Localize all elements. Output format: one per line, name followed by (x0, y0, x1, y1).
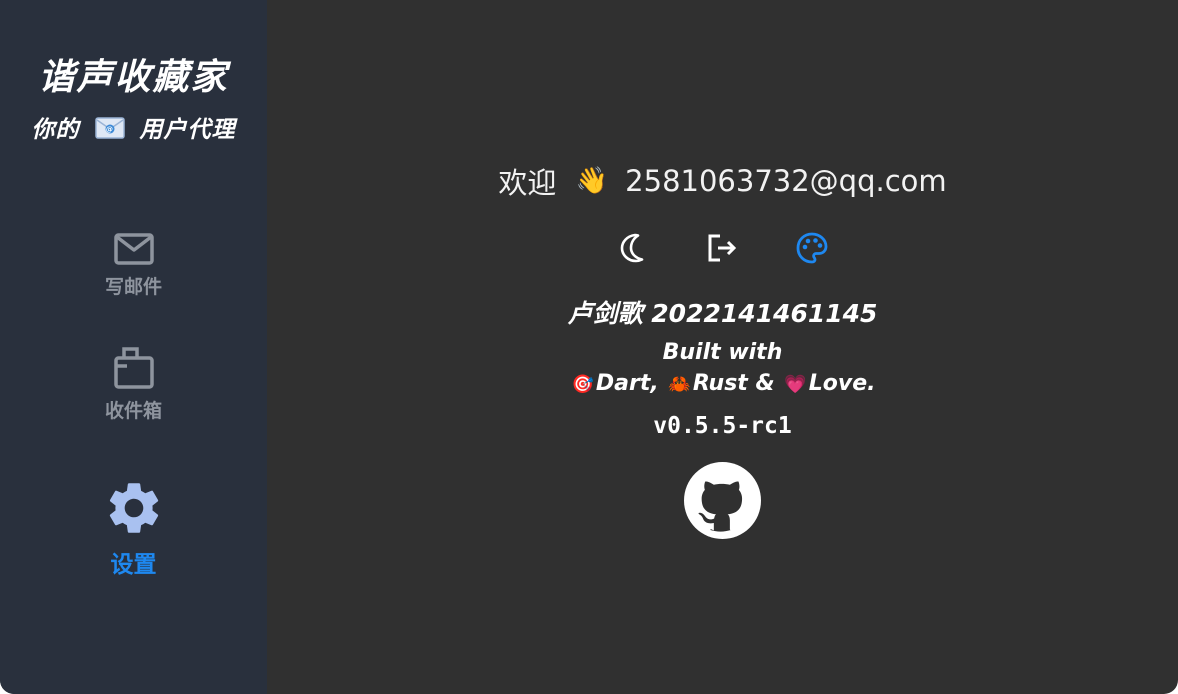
app-subtitle: 你的 @ 用户代理 (0, 110, 267, 144)
inbox-icon (113, 347, 154, 389)
built-with-rust: Rust & (692, 371, 775, 396)
sidebar-item-settings[interactable]: 设置 (0, 477, 267, 579)
welcome-label: 欢迎 (498, 166, 557, 200)
welcome-line: 欢迎 👋 2581063732@qq.com (267, 160, 1178, 202)
sidebar: 谐声收藏家 你的 @ 用户代理 写邮件 收件箱 设置 (0, 0, 267, 694)
built-with-line: 🎯Dart, 🦀Rust & 💗Love. (267, 371, 1178, 396)
user-email: 2581063732@qq.com (625, 164, 947, 198)
app-window: 谐声收藏家 你的 @ 用户代理 写邮件 收件箱 设置 欢迎 👋 25810637… (0, 0, 1178, 694)
sidebar-item-label: 收件箱 (104, 400, 162, 422)
palette-icon (796, 232, 828, 264)
waving-hand-icon: 👋 (575, 166, 608, 196)
github-icon (684, 462, 761, 539)
dark-mode-button[interactable] (612, 228, 652, 268)
sidebar-item-label: 写邮件 (104, 276, 162, 298)
github-link[interactable] (684, 462, 761, 539)
built-with-label: Built with (662, 340, 783, 365)
settings-panel: 欢迎 👋 2581063732@qq.com 卢剑歌 2022141461145… (267, 0, 1178, 694)
gear-icon (109, 483, 158, 533)
subtitle-suffix: 用户代理 (139, 117, 236, 143)
svg-text:@: @ (106, 126, 114, 134)
app-title: 谐声收藏家 (38, 57, 229, 98)
moon-icon (620, 233, 644, 263)
logout-button[interactable] (702, 228, 742, 268)
envelope-icon: @ (94, 117, 125, 139)
action-bar (267, 228, 1178, 268)
crab-icon: 🦀 (668, 374, 691, 395)
sidebar-item-compose[interactable]: 写邮件 (0, 232, 267, 299)
built-with-dart: Dart, (595, 371, 659, 396)
logout-icon (708, 234, 737, 262)
subtitle-prefix: 你的 (31, 117, 80, 143)
sidebar-item-inbox[interactable]: 收件箱 (0, 346, 267, 423)
version-label: v0.5.5-rc1 (653, 413, 792, 439)
built-with-love: Love. (808, 371, 876, 396)
heart-icon: 💗 (784, 374, 807, 395)
dart-icon: 🎯 (571, 374, 594, 395)
sidebar-item-label: 设置 (110, 552, 157, 578)
theme-button[interactable] (792, 228, 832, 268)
mail-icon (113, 233, 154, 265)
author-info: 卢剑歌 2022141461145 (567, 299, 878, 328)
